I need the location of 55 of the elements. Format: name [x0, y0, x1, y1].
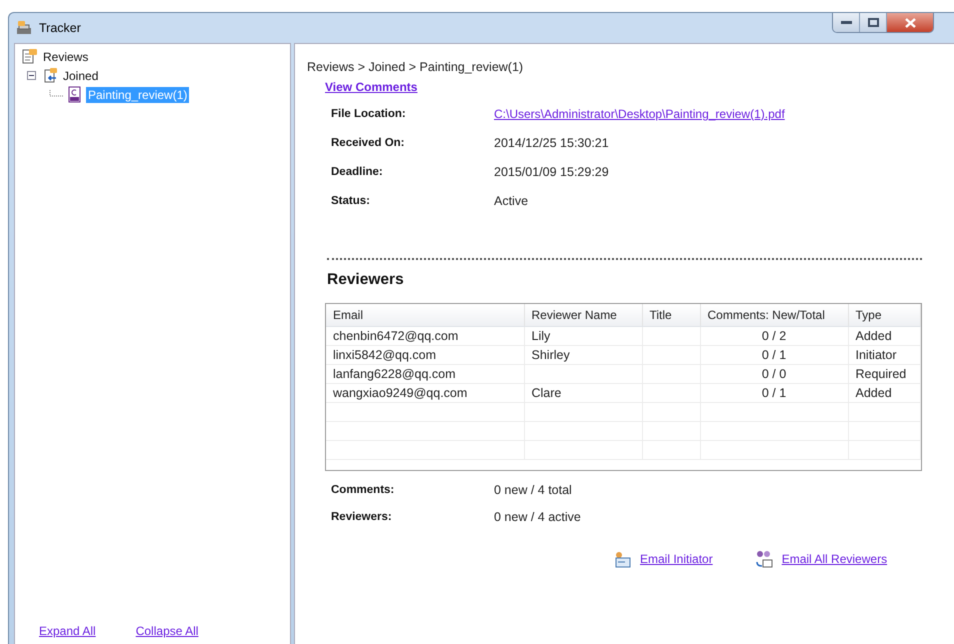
email-link[interactable]: Email All Reviewers	[782, 552, 888, 566]
field-value: 2014/12/25 15:30:21	[494, 136, 609, 150]
field-label: Received On:	[331, 137, 406, 149]
file-path-link[interactable]: C:\Users\Administrator\Desktop\Painting_review(1).pdf	[494, 107, 785, 121]
summary-label: Reviewers:	[331, 511, 393, 523]
table-cell: Clare	[524, 384, 642, 402]
expand-all-link[interactable]: Expand All	[39, 624, 96, 638]
email-link[interactable]: Email Initiator	[640, 552, 713, 566]
tray-icon	[15, 20, 33, 36]
pdf-document-icon	[66, 86, 83, 103]
column-header[interactable]: Email	[326, 304, 524, 326]
close-icon	[904, 18, 916, 28]
table-cell: linxi5842@qq.com	[326, 346, 524, 364]
view-comments-link[interactable]: View Comments	[325, 80, 418, 94]
table-cell: 0 / 1	[700, 346, 848, 364]
collapse-all-link[interactable]: Collapse All	[136, 624, 198, 638]
window-title: Tracker	[39, 21, 81, 35]
table-cell: Added	[848, 384, 920, 402]
tree-connector-line	[49, 90, 63, 100]
summary-label: Comments:	[331, 484, 396, 496]
breadcrumb: Reviews > Joined > Painting_review(1)	[307, 60, 524, 74]
close-button[interactable]	[887, 13, 933, 32]
field-value: Active	[494, 194, 528, 208]
table-cell: Added	[848, 326, 920, 346]
reviews-folder-icon	[21, 48, 38, 65]
column-header[interactable]: Type	[848, 304, 920, 326]
table-cell: Initiator	[848, 346, 920, 364]
tree-item[interactable]: Joined	[61, 68, 100, 84]
table-cell: 0 / 0	[700, 364, 848, 384]
collapse-toggle-icon[interactable]	[27, 71, 36, 80]
table-cell: 0 / 1	[700, 384, 848, 402]
field-value: 2015/01/09 15:29:29	[494, 165, 609, 179]
field-label: File Location:	[331, 108, 407, 120]
table-cell: lanfang6228@qq.com	[326, 364, 524, 384]
column-header[interactable]: Reviewer Name	[524, 304, 642, 326]
summary-value: 0 new / 4 active	[494, 510, 581, 524]
summary-value: 0 new / 4 total	[494, 483, 572, 497]
section-heading: Reviewers	[327, 271, 405, 289]
table-cell: Shirley	[524, 346, 642, 364]
maximize-button[interactable]	[860, 13, 887, 32]
column-header[interactable]: Title	[642, 304, 700, 326]
maximize-icon	[868, 18, 878, 27]
table-cell: wangxiao9249@qq.com	[326, 384, 524, 402]
minimize-button[interactable]	[833, 13, 860, 32]
people-document-icon[interactable]	[754, 550, 773, 568]
tree-item[interactable]: Reviews	[41, 48, 90, 64]
table-cell: Required	[848, 364, 920, 384]
table-cell: Lily	[524, 326, 642, 346]
minimize-icon	[840, 20, 852, 24]
table-cell: 0 / 2	[700, 326, 848, 346]
table-cell: chenbin6472@qq.com	[326, 326, 524, 346]
field-label: Deadline:	[331, 166, 384, 178]
field-label: Status:	[331, 195, 371, 207]
envelope-person-icon[interactable]	[613, 550, 631, 568]
column-header[interactable]: Comments: New/Total	[700, 304, 848, 326]
